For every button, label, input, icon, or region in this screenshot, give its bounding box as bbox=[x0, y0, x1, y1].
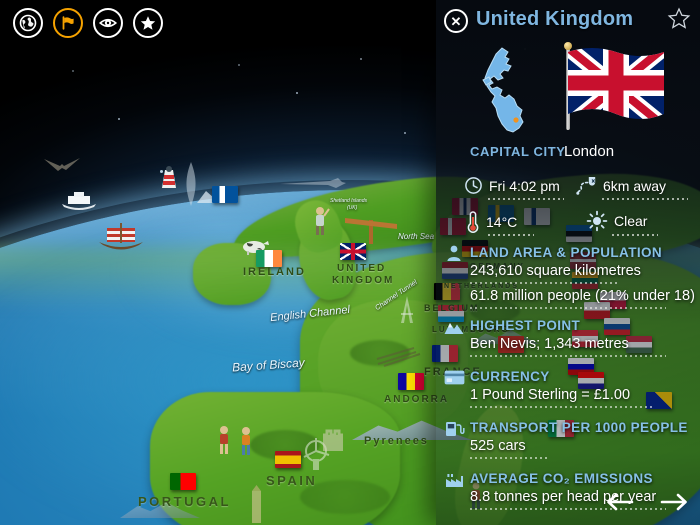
map-flag-is[interactable] bbox=[212, 186, 238, 203]
map-flag-ie[interactable] bbox=[256, 250, 282, 267]
close-icon[interactable]: ✕ bbox=[444, 9, 468, 33]
capital-city-row: CAPITAL CITY London bbox=[436, 142, 700, 168]
stat-title: AVERAGE CO₂ EMISSIONS bbox=[470, 470, 653, 486]
page-title: United Kingdom bbox=[476, 8, 634, 30]
stat-line: 61.8 million people (21% under 18) bbox=[470, 288, 695, 304]
castle-illustration bbox=[323, 429, 343, 451]
panel-navigation bbox=[604, 491, 690, 513]
cathedral-illustration bbox=[252, 485, 261, 523]
thermometer-icon bbox=[467, 211, 479, 233]
stat-title: TRANSPORT PER 1000 PEOPLE bbox=[470, 419, 688, 435]
quick-facts: Fri 4:02 pm 6km away 14°C Clear bbox=[436, 176, 700, 242]
temperature-value: 14°C bbox=[486, 214, 518, 230]
clock-icon bbox=[465, 177, 482, 194]
map-country-label[interactable]: Pyrenees bbox=[364, 435, 429, 447]
map-country-label[interactable]: KINGDOM bbox=[332, 275, 394, 286]
eye-icon[interactable] bbox=[93, 8, 123, 38]
vineyard-illustration bbox=[376, 347, 421, 367]
panel-header: ✕ United Kingdom bbox=[436, 0, 700, 42]
next-arrow-icon[interactable] bbox=[660, 491, 690, 513]
capital-city-label: CAPITAL CITY bbox=[470, 144, 566, 159]
factory-icon bbox=[444, 470, 464, 490]
stat-line: 525 cars bbox=[470, 438, 526, 454]
map-flag-pt[interactable] bbox=[170, 473, 196, 490]
distance-value: 6km away bbox=[603, 177, 667, 194]
weather-value: Clear bbox=[614, 213, 648, 229]
cruise-ship-illustration bbox=[62, 192, 96, 210]
map-sea-label: North Sea bbox=[398, 232, 435, 241]
temperature-item: 14°C bbox=[466, 210, 517, 234]
stat-title: CURRENCY bbox=[470, 368, 550, 384]
capital-city-value: London bbox=[564, 143, 615, 160]
weather-item: Clear bbox=[586, 210, 647, 232]
country-hero bbox=[436, 42, 700, 142]
globe-icon[interactable] bbox=[13, 8, 43, 38]
favourite-star-icon[interactable] bbox=[666, 6, 692, 32]
stat-line: Ben Nevis; 1,343 metres bbox=[470, 336, 629, 352]
stat-line: 1 Pound Sterling = £1.00 bbox=[470, 387, 631, 403]
stat-transport: TRANSPORT PER 1000 PEOPLE 525 cars bbox=[436, 417, 700, 459]
stat-title: HIGHEST POINT bbox=[470, 317, 581, 333]
country-outline-map bbox=[482, 47, 524, 133]
globe-explorer-app: North Sea English Channel Bay of Biscay Cha… bbox=[0, 0, 700, 525]
sun-icon bbox=[586, 210, 608, 232]
person-illustration bbox=[316, 207, 330, 235]
prev-arrow-icon[interactable] bbox=[604, 491, 634, 513]
stat-line: 243,610 square kilometres bbox=[470, 263, 641, 279]
fuel-pump-icon bbox=[444, 418, 465, 438]
country-info-panel: ✕ United Kingdom CAPITAL CITY London Fri… bbox=[436, 0, 700, 525]
map-country-label[interactable]: UNITED bbox=[337, 263, 386, 274]
map-flag-ad[interactable] bbox=[398, 373, 424, 390]
map-sea-label: (UK) bbox=[347, 205, 358, 211]
map-country-label[interactable]: IRELAND bbox=[243, 266, 306, 278]
map-flag-es[interactable] bbox=[275, 451, 301, 468]
viking-ship-illustration bbox=[99, 223, 143, 250]
stat-highest-point: HIGHEST POINT Ben Nevis; 1,343 metres bbox=[436, 315, 700, 357]
eiffel-tower-illustration bbox=[401, 296, 413, 323]
airplane-illustration bbox=[280, 178, 346, 188]
flag-icon[interactable] bbox=[53, 8, 83, 38]
map-country-label[interactable]: SPAIN bbox=[266, 473, 317, 488]
map-flag-uk[interactable] bbox=[340, 243, 366, 260]
stat-currency: CURRENCY 1 Pound Sterling = £1.00 bbox=[436, 366, 700, 408]
star-icon[interactable] bbox=[133, 8, 163, 38]
stat-land-area-population: LAND AREA & POPULATION 243,610 square ki… bbox=[436, 242, 700, 309]
credit-card-icon bbox=[444, 367, 464, 387]
local-time-item: Fri 4:02 pm bbox=[464, 176, 560, 195]
angel-of-the-north-illustration bbox=[345, 218, 397, 244]
bird-illustration bbox=[44, 158, 80, 171]
footballers-illustration bbox=[220, 426, 250, 455]
country-flag bbox=[568, 48, 664, 119]
map-country-label[interactable]: PORTUGAL bbox=[138, 494, 231, 509]
population-icon bbox=[444, 243, 464, 263]
map-sea-label: Shetland Islands bbox=[330, 198, 367, 204]
route-pin-icon bbox=[576, 177, 596, 195]
local-time-value: Fri 4:02 pm bbox=[489, 177, 560, 194]
stat-title: LAND AREA & POPULATION bbox=[470, 244, 663, 260]
distance-item: 6km away bbox=[576, 176, 666, 195]
mountain-icon bbox=[444, 317, 464, 337]
close-glyph: ✕ bbox=[450, 13, 462, 29]
top-toolbar bbox=[0, 0, 430, 46]
